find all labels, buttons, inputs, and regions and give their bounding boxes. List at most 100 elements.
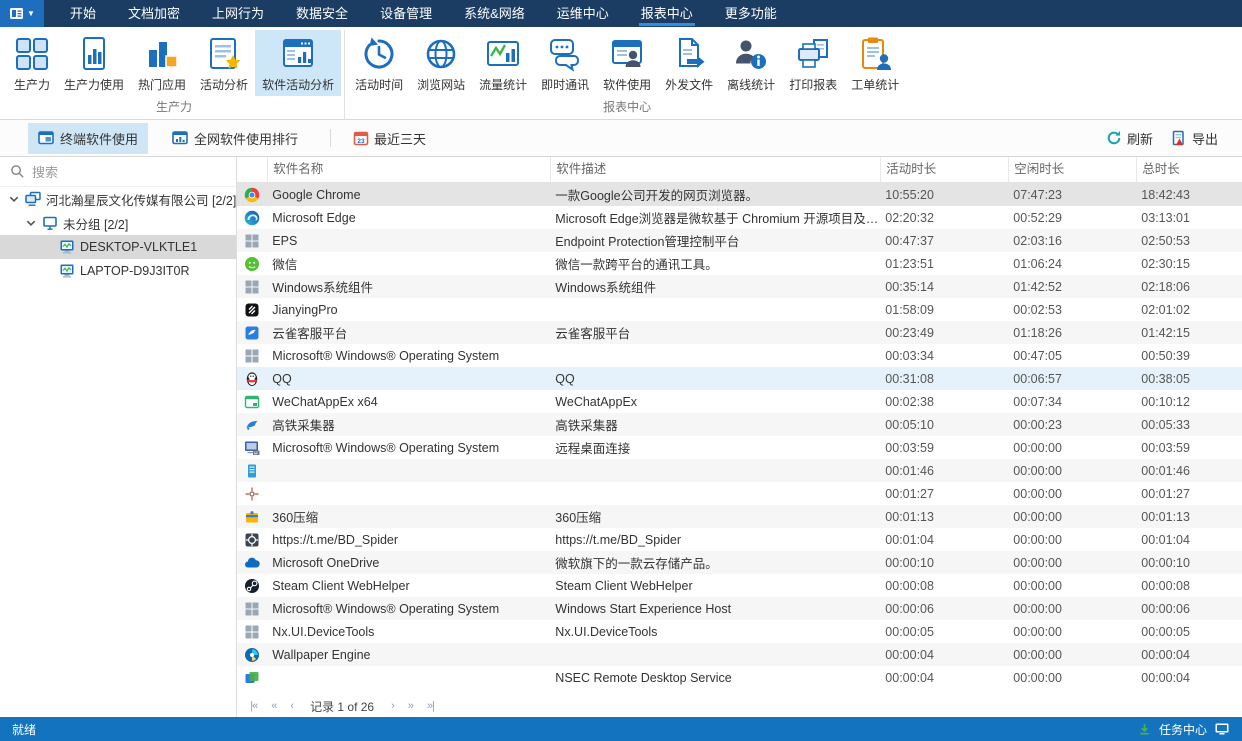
cell-idle-time: 07:47:23: [1008, 188, 1136, 202]
ribbon-button[interactable]: 生产力: [7, 30, 57, 96]
tree-node[interactable]: 未分组 [2/2]: [0, 211, 236, 235]
table-row[interactable]: Microsoft® Windows® Operating System 00:…: [237, 344, 1242, 367]
ribbon-button[interactable]: 流量统计: [472, 30, 534, 96]
cell-active-time: 01:23:51: [880, 257, 1008, 271]
menu-item[interactable]: 文档加密: [112, 0, 196, 27]
remote-icon: [244, 440, 260, 456]
last-page-button[interactable]: »|: [422, 700, 439, 712]
refresh-button[interactable]: 刷新: [1106, 129, 1153, 148]
tab[interactable]: 终端软件使用: [28, 123, 148, 154]
chevron-down-icon[interactable]: [25, 217, 37, 229]
ribbon-button-label: 活动时间: [355, 76, 403, 93]
column-header[interactable]: 活动时长: [880, 157, 1008, 182]
wxwin-icon: [244, 394, 260, 410]
table-row[interactable]: Steam Client WebHelper Steam Client WebH…: [237, 574, 1242, 597]
cell-active-time: 00:00:10: [880, 556, 1008, 570]
column-header[interactable]: 总时长: [1136, 157, 1242, 182]
cell-idle-time: 00:00:00: [1008, 487, 1136, 501]
menu-item[interactable]: 系统&网络: [448, 0, 541, 27]
ribbon-button[interactable]: 软件活动分析: [255, 30, 341, 96]
cell-desc: Windows系统组件: [550, 277, 880, 296]
cell-idle-time: 00:00:00: [1008, 464, 1136, 478]
search-box[interactable]: 搜索: [0, 157, 236, 187]
table-row[interactable]: 00:01:27 00:00:00 00:01:27: [237, 482, 1242, 505]
ribbon-button-label: 生产力: [14, 76, 50, 93]
table-row[interactable]: 360压缩 360压缩 00:01:13 00:00:00 00:01:13: [237, 505, 1242, 528]
main-menu: 开始文档加密上网行为数据安全设备管理系统&网络运维中心报表中心更多功能: [54, 0, 793, 27]
download-icon[interactable]: [1137, 722, 1152, 737]
menu-item[interactable]: 运维中心: [541, 0, 625, 27]
cell-active-time: 00:01:27: [880, 487, 1008, 501]
fast-next-button[interactable]: »: [403, 700, 418, 712]
tree-node[interactable]: LAPTOP-D9J3IT0R: [0, 259, 236, 283]
column-header[interactable]: 空闲时长: [1008, 157, 1136, 182]
table-row[interactable]: Microsoft® Windows® Operating System 远程桌…: [237, 436, 1242, 459]
ribbon-button[interactable]: 生产力使用: [57, 30, 131, 96]
win-icon: [244, 233, 260, 249]
tab[interactable]: 全网软件使用排行: [162, 123, 308, 154]
menu-item[interactable]: 设备管理: [364, 0, 448, 27]
table-row[interactable]: 微信 微信一款跨平台的通讯工具。 01:23:51 01:06:24 02:30…: [237, 252, 1242, 275]
prev-page-button[interactable]: ‹: [285, 700, 298, 712]
cell-total-time: 00:00:08: [1136, 579, 1242, 593]
cell-active-time: 00:31:08: [880, 372, 1008, 386]
cell-desc: Steam Client WebHelper: [550, 579, 880, 593]
table-row[interactable]: QQ QQ 00:31:08 00:06:57 00:38:05: [237, 367, 1242, 390]
tree-node-label: 未分组 [2/2]: [63, 214, 128, 233]
table-row[interactable]: WeChatAppEx x64 WeChatAppEx 00:02:38 00:…: [237, 390, 1242, 413]
win-icon: [244, 601, 260, 617]
app-menu-button[interactable]: ▼: [0, 0, 44, 27]
table-row[interactable]: https://t.me/BD_Spider https://t.me/BD_S…: [237, 528, 1242, 551]
menu-item[interactable]: 报表中心: [625, 0, 709, 27]
first-page-button[interactable]: |«: [245, 700, 262, 712]
cell-active-time: 00:23:49: [880, 326, 1008, 340]
menu-item[interactable]: 开始: [54, 0, 112, 27]
column-header[interactable]: 软件名称: [267, 157, 550, 182]
ribbon-button[interactable]: 热门应用: [131, 30, 193, 96]
ribbon-button[interactable]: 工单统计: [844, 30, 906, 96]
table-row[interactable]: EPS Endpoint Protection管理控制平台 00:47:37 0…: [237, 229, 1242, 252]
ribbon-button[interactable]: 即时通讯: [534, 30, 596, 96]
cell-active-time: 00:03:59: [880, 441, 1008, 455]
fast-prev-button[interactable]: «: [266, 700, 281, 712]
ribbon-button[interactable]: 离线统计: [720, 30, 782, 96]
export-icon: [1171, 130, 1187, 146]
monitor-status-icon[interactable]: [1214, 721, 1230, 737]
tree-node[interactable]: 河北瀚星辰文化传媒有限公司 [2/2]: [0, 187, 236, 211]
ribbon-button[interactable]: 活动时间: [348, 30, 410, 96]
table-row[interactable]: 高铁采集器 高铁采集器 00:05:10 00:00:23 00:05:33: [237, 413, 1242, 436]
ribbon-button[interactable]: 浏览网站: [410, 30, 472, 96]
ribbon-button[interactable]: 软件使用: [596, 30, 658, 96]
cell-idle-time: 02:03:16: [1008, 234, 1136, 248]
ribbon-button[interactable]: 活动分析: [193, 30, 255, 96]
table-row[interactable]: Google Chrome 一款Google公司开发的网页浏览器。 10:55:…: [237, 183, 1242, 206]
cell-idle-time: 01:06:24: [1008, 257, 1136, 271]
bluetool-icon: [244, 417, 260, 433]
table-row[interactable]: 云雀客服平台 云雀客服平台 00:23:49 01:18:26 01:42:15: [237, 321, 1242, 344]
table-row[interactable]: JianyingPro 01:58:09 00:02:53 02:01:02: [237, 298, 1242, 321]
next-page-button[interactable]: ›: [386, 700, 399, 712]
ribbon-button-label: 浏览网站: [417, 76, 465, 93]
tree-node[interactable]: DESKTOP-VLKTLE1: [0, 235, 236, 259]
table-row[interactable]: Microsoft Edge Microsoft Edge浏览器是微软基于 Ch…: [237, 206, 1242, 229]
ribbon-button[interactable]: 打印报表: [782, 30, 844, 96]
menu-item[interactable]: 上网行为: [196, 0, 280, 27]
ribbon-button[interactable]: 外发文件: [658, 30, 720, 96]
cell-idle-time: 00:00:00: [1008, 579, 1136, 593]
table-row[interactable]: NSEC Remote Desktop Service 00:00:04 00:…: [237, 666, 1242, 689]
table-row[interactable]: 00:01:46 00:00:00 00:01:46: [237, 459, 1242, 482]
table-row[interactable]: Nx.UI.DeviceTools Nx.UI.DeviceTools 00:0…: [237, 620, 1242, 643]
table-row[interactable]: Windows系统组件 Windows系统组件 00:35:14 01:42:5…: [237, 275, 1242, 298]
menu-item[interactable]: 更多功能: [709, 0, 793, 27]
crosshair-icon: [244, 486, 260, 502]
menu-item[interactable]: 数据安全: [280, 0, 364, 27]
ribbon-button-label: 离线统计: [727, 76, 775, 93]
table-row[interactable]: Microsoft OneDrive 微软旗下的一款云存储产品。 00:00:1…: [237, 551, 1242, 574]
table-row[interactable]: Wallpaper Engine 00:00:04 00:00:00 00:00…: [237, 643, 1242, 666]
date-filter-button[interactable]: 23最近三天: [353, 129, 426, 148]
export-button[interactable]: 导出: [1171, 129, 1218, 148]
task-center-link[interactable]: 任务中心: [1159, 721, 1207, 738]
chevron-down-icon[interactable]: [8, 193, 20, 205]
table-row[interactable]: Microsoft® Windows® Operating System Win…: [237, 597, 1242, 620]
column-header[interactable]: 软件描述: [550, 157, 880, 182]
